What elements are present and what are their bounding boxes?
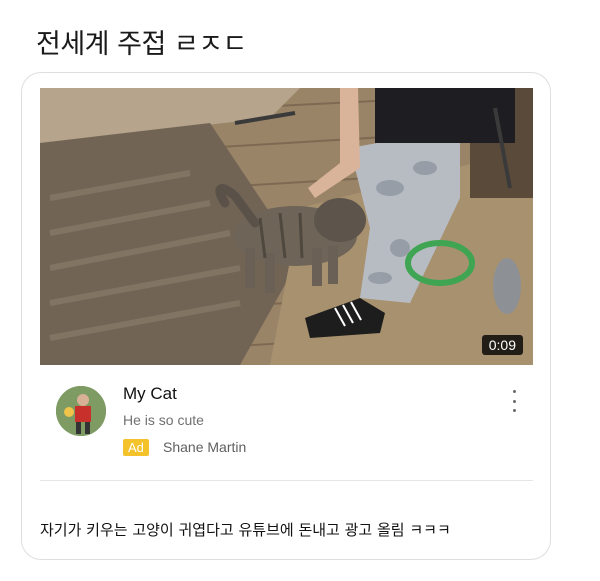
post-title: 전세계 주접 ㄹㅈㄷ [36,29,247,60]
more-vert-icon[interactable] [508,390,520,412]
avatar[interactable] [56,386,106,436]
advertiser-name[interactable]: Shane Martin [163,439,246,455]
divider [40,480,533,481]
video-title[interactable]: My Cat [123,384,177,404]
video-thumbnail-image [40,88,533,365]
kebab-dot [512,409,516,412]
video-duration-badge: 0:09 [481,335,523,355]
kebab-dot [512,390,516,393]
kebab-dot [512,399,516,403]
avatar-image [56,386,106,436]
video-description: He is so cute [123,412,204,428]
video-thumbnail[interactable]: 0:09 [40,88,533,365]
post-caption: 자기가 키우는 고양이 귀엽다고 유튜브에 돈내고 광고 올림 ㅋㅋㅋ [40,521,451,539]
ad-badge: Ad [123,439,149,456]
